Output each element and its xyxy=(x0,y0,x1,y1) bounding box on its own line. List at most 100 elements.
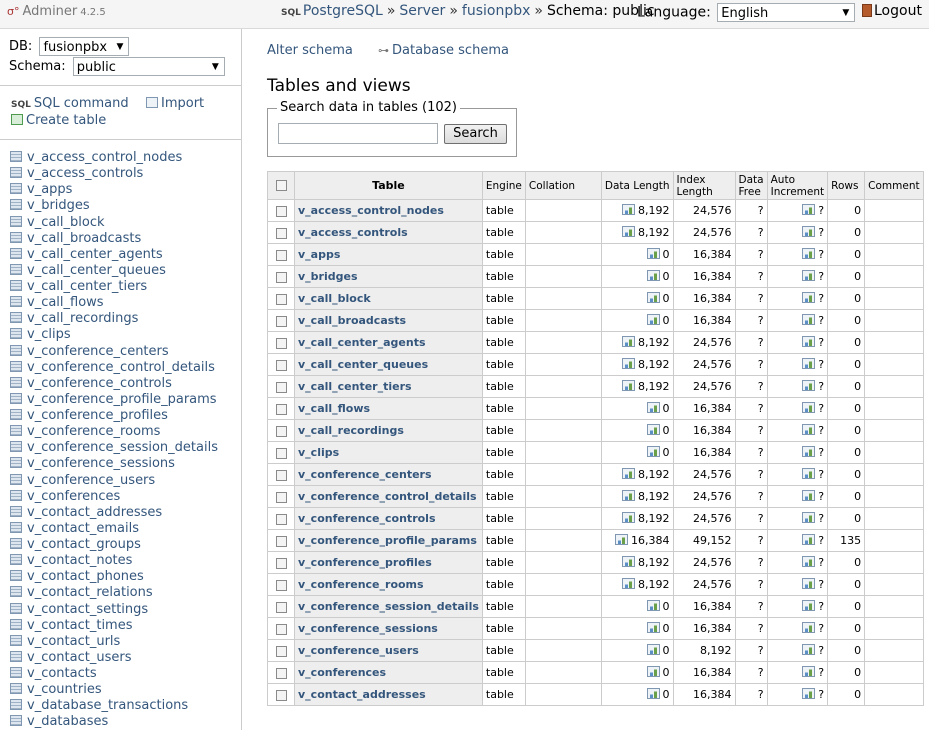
bar-chart-icon[interactable] xyxy=(802,512,816,523)
data-length-link[interactable]: 0 xyxy=(663,248,670,261)
table-name-link[interactable]: v_contact_addresses xyxy=(298,688,426,701)
sidebar-table-link[interactable]: v_contact_groups xyxy=(27,537,141,552)
sidebar-table-link[interactable]: v_conference_rooms xyxy=(27,424,160,439)
sidebar-table-link[interactable]: v_contact_phones xyxy=(27,569,144,584)
row-checkbox[interactable] xyxy=(275,205,287,217)
bar-chart-icon[interactable] xyxy=(646,292,660,303)
table-icon[interactable] xyxy=(10,167,22,179)
sidebar-table-link[interactable]: v_contact_emails xyxy=(27,521,139,536)
row-checkbox[interactable] xyxy=(275,557,287,569)
table-icon[interactable] xyxy=(10,247,22,259)
data-length-link[interactable]: 16,384 xyxy=(631,534,670,547)
db-select[interactable]: fusionpbx ▼ xyxy=(39,37,130,56)
bar-chart-icon[interactable] xyxy=(646,424,660,435)
data-length-link[interactable]: 0 xyxy=(663,622,670,635)
alter-schema-link[interactable]: Alter schema xyxy=(267,43,353,58)
data-length-link[interactable]: 8,192 xyxy=(638,204,670,217)
table-name-link[interactable]: v_conference_centers xyxy=(298,468,432,481)
sidebar-table-link[interactable]: v_contact_urls xyxy=(27,634,120,649)
table-name-link[interactable]: v_conference_sessions xyxy=(298,622,438,635)
row-checkbox[interactable] xyxy=(275,381,287,393)
bar-chart-icon[interactable] xyxy=(646,402,660,413)
row-checkbox[interactable] xyxy=(275,447,287,459)
bar-chart-icon[interactable] xyxy=(622,358,636,369)
table-name-link[interactable]: v_conferences xyxy=(298,666,386,679)
table-icon[interactable] xyxy=(10,554,22,566)
table-icon[interactable] xyxy=(10,231,22,243)
sidebar-table-link[interactable]: v_conference_profile_params xyxy=(27,392,217,407)
row-checkbox[interactable] xyxy=(275,491,287,503)
sidebar-table-link[interactable]: v_contact_notes xyxy=(27,553,132,568)
sql-command-link[interactable]: SQL SQL command xyxy=(11,96,129,111)
row-checkbox[interactable] xyxy=(275,579,287,591)
bar-chart-icon[interactable] xyxy=(802,248,816,259)
table-icon[interactable] xyxy=(10,151,22,162)
bar-chart-icon[interactable] xyxy=(646,270,660,281)
logout-button[interactable]: Logout xyxy=(862,3,922,19)
table-icon[interactable] xyxy=(10,360,22,372)
data-length-link[interactable]: 0 xyxy=(663,688,670,701)
table-icon[interactable] xyxy=(10,457,22,469)
bar-chart-icon[interactable] xyxy=(615,534,629,545)
row-checkbox[interactable] xyxy=(275,293,287,305)
table-icon[interactable] xyxy=(10,699,22,711)
bar-chart-icon[interactable] xyxy=(622,556,636,567)
sidebar-table-link[interactable]: v_conferences xyxy=(27,489,120,504)
bar-chart-icon[interactable] xyxy=(646,314,660,325)
bar-chart-icon[interactable] xyxy=(802,358,816,369)
table-name-link[interactable]: v_conference_profiles xyxy=(298,556,432,569)
table-icon[interactable] xyxy=(10,634,22,646)
bar-chart-icon[interactable] xyxy=(802,688,816,699)
data-length-link[interactable]: 0 xyxy=(663,446,670,459)
column-header-comment[interactable]: Comment xyxy=(864,171,924,200)
table-name-link[interactable]: v_conference_rooms xyxy=(298,578,424,591)
data-length-link[interactable]: 0 xyxy=(663,600,670,613)
bar-chart-icon[interactable] xyxy=(802,622,816,633)
table-icon[interactable] xyxy=(10,586,22,598)
data-length-link[interactable]: 0 xyxy=(663,402,670,415)
table-icon[interactable] xyxy=(10,473,22,485)
app-logo[interactable]: σ° Adminer 4.2.5 xyxy=(7,4,106,19)
sidebar-table-link[interactable]: v_access_controls xyxy=(27,166,143,181)
bar-chart-icon[interactable] xyxy=(802,292,816,303)
table-name-link[interactable]: v_call_broadcasts xyxy=(298,314,406,327)
row-checkbox[interactable] xyxy=(275,689,287,701)
table-name-link[interactable]: v_conference_users xyxy=(298,644,419,657)
data-length-link[interactable]: 0 xyxy=(663,270,670,283)
table-icon[interactable] xyxy=(10,312,22,324)
row-checkbox[interactable] xyxy=(275,425,287,437)
bar-chart-icon[interactable] xyxy=(802,468,816,479)
sidebar-table-link[interactable]: v_database_transactions xyxy=(27,698,188,713)
table-icon[interactable] xyxy=(10,441,22,453)
bar-chart-icon[interactable] xyxy=(622,468,636,479)
sidebar-table-link[interactable]: v_call_center_queues xyxy=(27,263,166,278)
bar-chart-icon[interactable] xyxy=(802,644,816,655)
bar-chart-icon[interactable] xyxy=(622,380,636,391)
table-name-link[interactable]: v_conference_profile_params xyxy=(298,534,477,547)
data-length-link[interactable]: 8,192 xyxy=(638,578,670,591)
sidebar-table-link[interactable]: v_conference_centers xyxy=(27,344,169,359)
row-checkbox[interactable] xyxy=(275,535,287,547)
bar-chart-icon[interactable] xyxy=(646,622,660,633)
bar-chart-icon[interactable] xyxy=(802,204,816,215)
bar-chart-icon[interactable] xyxy=(646,446,660,457)
table-icon[interactable] xyxy=(10,489,22,501)
table-icon[interactable] xyxy=(10,409,22,420)
table-icon[interactable] xyxy=(10,505,22,517)
table-icon[interactable] xyxy=(10,667,22,678)
bar-chart-icon[interactable] xyxy=(802,578,816,589)
data-length-link[interactable]: 8,192 xyxy=(638,490,670,503)
sidebar-table-link[interactable]: v_clips xyxy=(27,327,71,342)
table-icon[interactable] xyxy=(10,650,22,662)
data-length-link[interactable]: 8,192 xyxy=(638,468,670,481)
column-header-table[interactable]: Table xyxy=(294,171,483,200)
table-name-link[interactable]: v_conference_session_details xyxy=(298,600,479,613)
column-header-rows[interactable]: Rows xyxy=(827,171,866,200)
table-icon[interactable] xyxy=(10,280,22,291)
table-icon[interactable] xyxy=(10,392,22,404)
bar-chart-icon[interactable] xyxy=(646,688,660,699)
data-length-link[interactable]: 0 xyxy=(663,292,670,305)
bar-chart-icon[interactable] xyxy=(802,490,816,501)
bar-chart-icon[interactable] xyxy=(802,424,816,435)
table-icon[interactable] xyxy=(10,538,22,549)
